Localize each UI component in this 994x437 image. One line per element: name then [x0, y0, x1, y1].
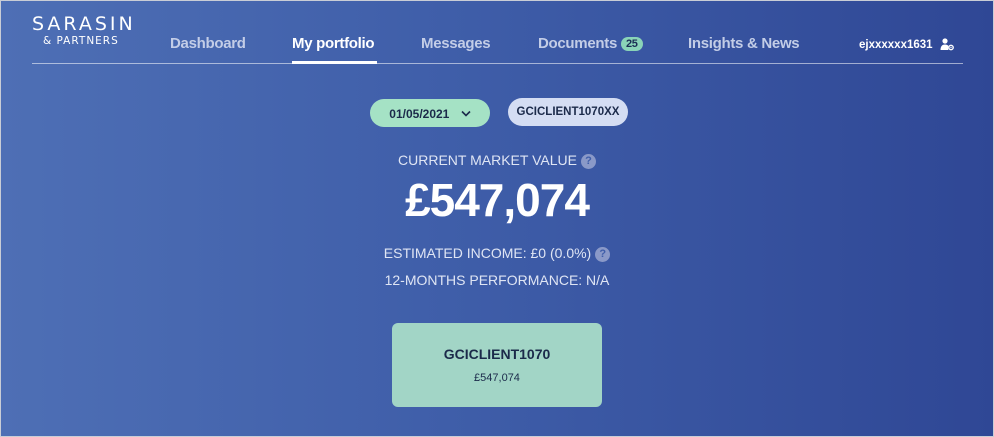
estimated-income-row: ESTIMATED INCOME: £0 (0.0%)? [1, 245, 993, 262]
help-icon[interactable]: ? [580, 154, 596, 169]
nav-dashboard[interactable]: Dashboard [170, 35, 246, 52]
nav-my-portfolio[interactable]: My portfolio [292, 35, 375, 52]
account-name: GCICLIENT1070 [443, 346, 551, 362]
market-value-heading: CURRENT MARKET VALUE? [1, 152, 993, 169]
market-value-amount: £547,074 [405, 174, 590, 226]
account-value: £547,074 [474, 372, 520, 384]
username: ejxxxxxx1631 [859, 39, 933, 51]
nav-documents-label: Documents [538, 35, 617, 52]
market-value-label: CURRENT MARKET VALUE [398, 152, 577, 168]
help-icon[interactable]: ? [595, 247, 611, 262]
performance-text: 12-MONTHS PERFORMANCE: N/A [384, 272, 610, 288]
chevron-down-icon [461, 99, 471, 127]
nav-insights-news[interactable]: Insights & News [688, 35, 800, 52]
header-divider [32, 63, 963, 64]
client-selector[interactable]: GCICLIENT1070XX [508, 98, 628, 126]
nav-documents[interactable]: Documents 25 [538, 35, 643, 52]
sarasin-logo[interactable]: SARASIN & PARTNERS [32, 13, 136, 47]
nav-messages[interactable]: Messages [421, 35, 491, 52]
date-selector[interactable]: 01/05/2021 [370, 99, 490, 127]
estimated-income-text: ESTIMATED INCOME: £0 (0.0%) [383, 245, 592, 261]
portfolio-page: SARASIN & PARTNERS Dashboard My portfoli… [0, 0, 994, 437]
documents-count-badge: 25 [620, 37, 643, 51]
logo-name-bottom: & PARTNERS [43, 35, 119, 47]
account-card[interactable]: GCICLIENT1070 £547,074 [392, 323, 602, 407]
date-value: 01/05/2021 [389, 107, 450, 121]
logo-name-top: SARASIN [32, 13, 136, 35]
user-settings-icon[interactable] [940, 37, 954, 54]
user-menu[interactable]: ejxxxxxx1631 [859, 37, 954, 54]
